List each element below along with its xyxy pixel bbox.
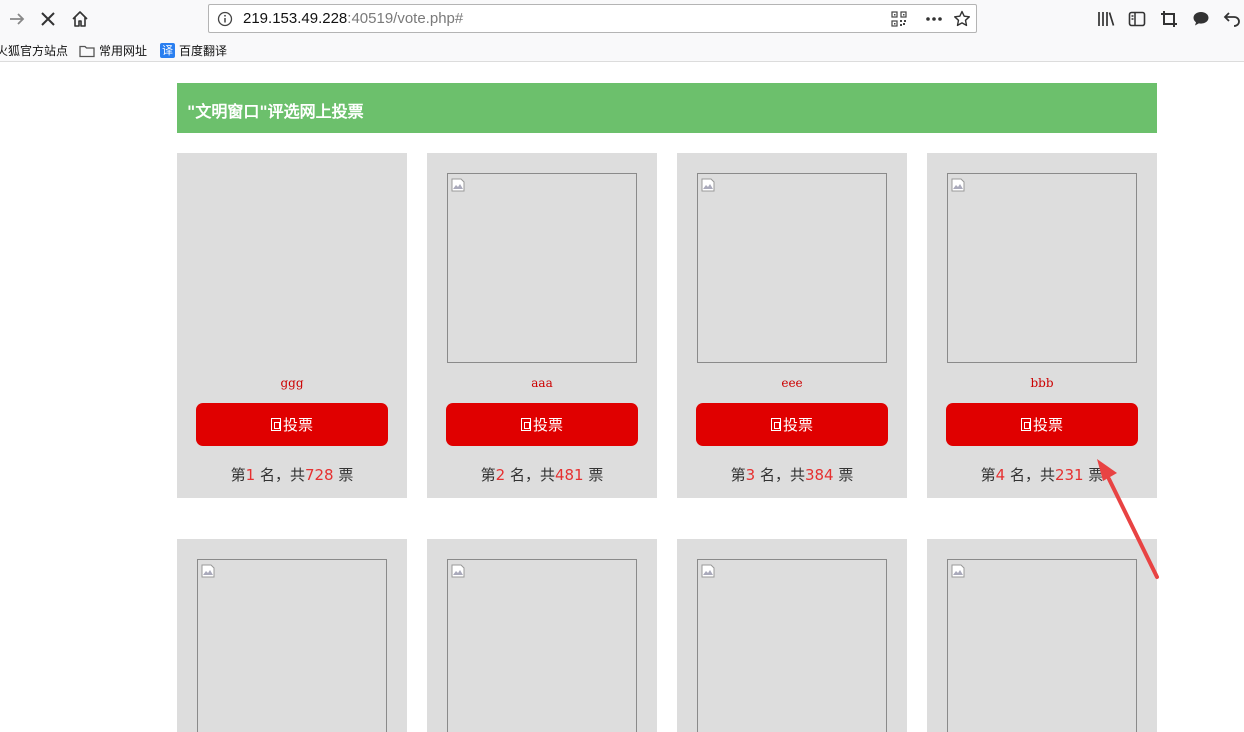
vote-button[interactable]: 投票 — [946, 403, 1138, 446]
missing-glyph-icon — [770, 418, 781, 431]
bookmark-label: 百度翻译 — [179, 44, 228, 58]
candidate-image[interactable] — [197, 559, 387, 732]
info-icon[interactable] — [217, 11, 233, 27]
rank-prefix: 第 — [230, 466, 246, 484]
rank-suffix: 票 — [583, 466, 604, 484]
vote-button[interactable]: 投票 — [196, 403, 388, 446]
rank-text: 第2 名，共481 票 — [427, 464, 657, 485]
library-icon[interactable] — [1096, 9, 1116, 29]
url-bar[interactable]: 219.153.49.228:40519/vote.php# — [208, 4, 977, 33]
rank-middle: 名，共 — [255, 466, 305, 484]
vote-button[interactable]: 投票 — [696, 403, 888, 446]
forward-arrow-icon — [10, 13, 25, 25]
vote-button-label: 投票 — [532, 416, 563, 434]
candidate-card: aaa 投票 第2 名，共481 票 — [427, 153, 657, 498]
candidate-name: ggg — [280, 376, 304, 390]
bookmark-label: 常用网址 — [99, 44, 148, 58]
bookmark-baidu-translate[interactable]: 译 百度翻译 — [160, 42, 227, 59]
page-title: "文明窗口"评选网上投票 — [187, 102, 364, 121]
candidate-card: eee 投票 第3 名，共384 票 — [677, 153, 907, 498]
vote-button-label: 投票 — [282, 416, 313, 434]
page-header-banner: "文明窗口"评选网上投票 — [177, 83, 1157, 133]
rank-middle: 名，共 — [1005, 466, 1055, 484]
bookmark-label: 火狐官方站点 — [0, 44, 69, 58]
candidate-image[interactable] — [447, 173, 637, 363]
crop-screenshot-icon[interactable] — [1159, 9, 1179, 29]
rank-prefix: 第 — [730, 466, 746, 484]
rank-number: 4 — [995, 466, 1006, 484]
vote-count: 384 — [804, 466, 834, 484]
candidate-image[interactable] — [447, 559, 637, 732]
more-actions-icon[interactable] — [925, 16, 943, 22]
home-icon — [72, 11, 88, 27]
rank-number: 1 — [245, 466, 256, 484]
candidate-name: aaa — [531, 376, 553, 390]
candidate-image[interactable] — [697, 559, 887, 732]
candidate-card — [677, 539, 907, 732]
translate-icon: 译 — [160, 43, 175, 58]
bookmarks-toolbar: 火狐官方站点 常用网址 译 百度翻译 — [0, 38, 1244, 62]
home-button[interactable] — [68, 7, 92, 31]
candidate-card: bbb 投票 第4 名，共231 票 — [927, 153, 1157, 498]
broken-image-icon — [201, 564, 215, 578]
candidate-name: eee — [781, 376, 803, 390]
annotation-arrow — [1097, 459, 1159, 579]
broken-image-icon — [451, 564, 465, 578]
candidate-image[interactable] — [947, 559, 1137, 732]
candidate-image[interactable] — [947, 173, 1137, 363]
candidate-card: ggg 投票 第1 名，共728 票 — [177, 153, 407, 498]
back-undo-icon[interactable] — [1222, 9, 1242, 29]
candidate-name: bbb — [1030, 376, 1054, 390]
qr-code-icon[interactable] — [891, 11, 907, 27]
rank-middle: 名，共 — [755, 466, 805, 484]
rank-suffix: 票 — [833, 466, 854, 484]
candidate-card — [177, 539, 407, 732]
stop-loading-button[interactable] — [36, 7, 60, 31]
sidebar-icon[interactable] — [1127, 9, 1147, 29]
broken-image-icon — [701, 178, 715, 192]
candidate-image[interactable] — [197, 173, 387, 363]
vote-count: 481 — [554, 466, 584, 484]
rank-text: 第1 名，共728 票 — [177, 464, 407, 485]
vote-button-label: 投票 — [782, 416, 813, 434]
forward-button[interactable] — [5, 7, 29, 31]
browser-toolbar: 219.153.49.228:40519/vote.php# — [0, 0, 1244, 38]
url-text[interactable]: 219.153.49.228:40519/vote.php# — [243, 10, 463, 27]
chat-bubble-icon[interactable] — [1191, 9, 1211, 29]
folder-icon — [79, 45, 95, 57]
broken-image-icon — [951, 178, 965, 192]
url-host: 219.153.49.228 — [243, 10, 348, 27]
vote-button[interactable]: 投票 — [446, 403, 638, 446]
vote-count: 728 — [304, 466, 334, 484]
url-path: :40519/vote.php# — [347, 10, 464, 27]
bookmark-folder-common[interactable]: 常用网址 — [79, 42, 147, 59]
missing-glyph-icon — [520, 418, 531, 431]
rank-text: 第3 名，共384 票 — [677, 464, 907, 485]
rank-prefix: 第 — [980, 466, 996, 484]
close-icon — [41, 12, 55, 26]
broken-image-icon — [951, 564, 965, 578]
broken-image-icon — [701, 564, 715, 578]
rank-middle: 名，共 — [505, 466, 555, 484]
rank-number: 2 — [495, 466, 506, 484]
missing-glyph-icon — [1020, 418, 1031, 431]
bookmark-star-icon[interactable] — [953, 10, 971, 28]
vote-button-label: 投票 — [1032, 416, 1063, 434]
rank-suffix: 票 — [333, 466, 354, 484]
candidate-image[interactable] — [697, 173, 887, 363]
candidate-card — [427, 539, 657, 732]
broken-image-icon — [451, 178, 465, 192]
bookmark-firefox[interactable]: 火狐官方站点 — [0, 42, 68, 59]
missing-glyph-icon — [270, 418, 281, 431]
vote-count: 231 — [1054, 466, 1084, 484]
rank-prefix: 第 — [480, 466, 496, 484]
rank-number: 3 — [745, 466, 756, 484]
